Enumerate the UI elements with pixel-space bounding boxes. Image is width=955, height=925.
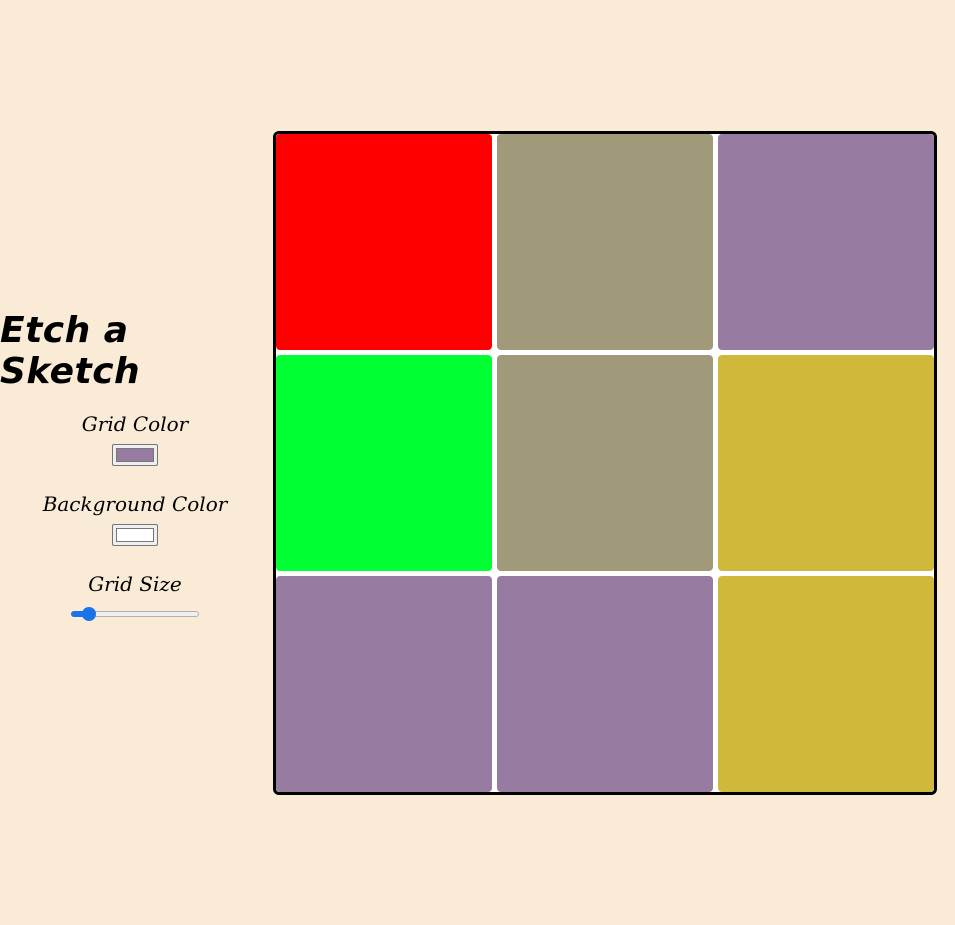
background-color-picker[interactable]: [112, 524, 158, 546]
grid-cell[interactable]: [276, 576, 492, 792]
controls-panel: Etch a Sketch Grid Color Background Colo…: [0, 300, 270, 622]
grid-cell[interactable]: [718, 576, 934, 792]
grid-cell[interactable]: [497, 134, 713, 350]
background-color-label: Background Color: [42, 492, 228, 516]
grid-color-swatch: [116, 448, 154, 462]
grid-cell[interactable]: [276, 134, 492, 350]
grid-color-picker[interactable]: [112, 444, 158, 466]
grid-color-label: Grid Color: [81, 412, 189, 436]
grid-cell[interactable]: [718, 355, 934, 571]
sketch-grid[interactable]: [273, 131, 937, 795]
slider-thumb[interactable]: [82, 607, 97, 621]
grid-size-slider[interactable]: [71, 606, 199, 622]
grid-size-label: Grid Size: [88, 572, 182, 596]
grid-cell[interactable]: [718, 134, 934, 350]
grid-cell[interactable]: [497, 355, 713, 571]
page-title: Etch a Sketch: [0, 310, 141, 392]
grid-cell[interactable]: [276, 355, 492, 571]
background-color-swatch: [116, 528, 154, 542]
grid-cell[interactable]: [497, 576, 713, 792]
